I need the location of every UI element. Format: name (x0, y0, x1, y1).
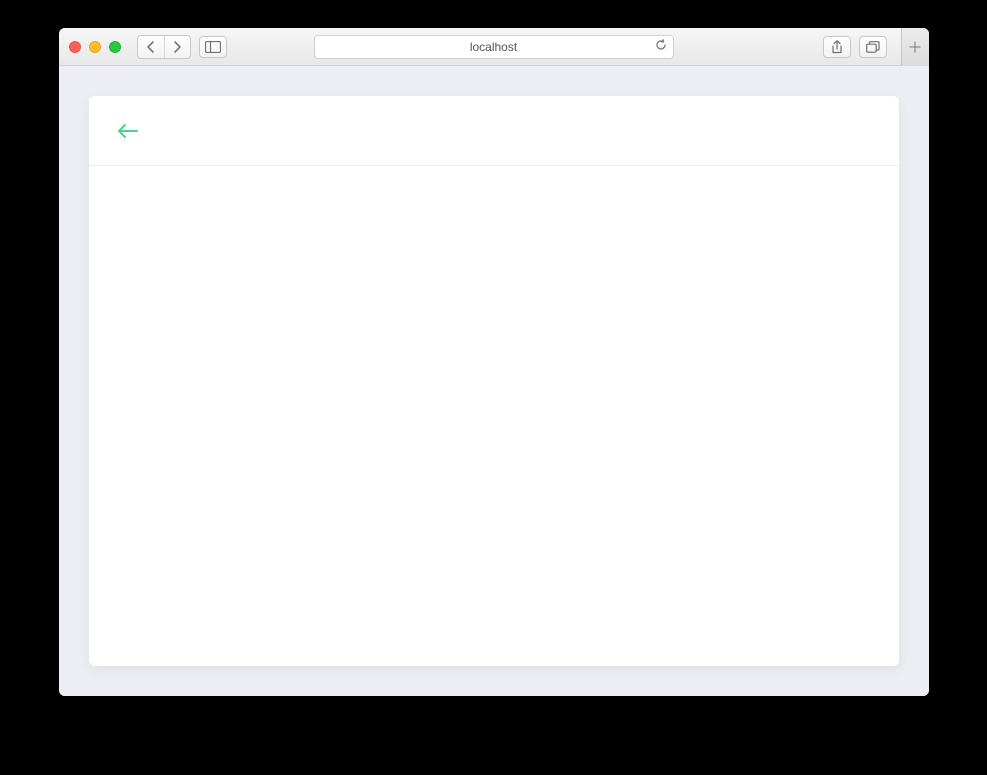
page-viewport (59, 66, 929, 696)
tabs-button[interactable] (859, 36, 887, 58)
traffic-lights (69, 41, 121, 53)
card-header (89, 96, 899, 166)
new-tab-button[interactable] (901, 28, 929, 66)
nav-button-group (137, 35, 191, 59)
title-bar: localhost (59, 28, 929, 66)
nav-forward-button[interactable] (164, 36, 190, 58)
tabs-icon (866, 41, 880, 53)
plus-icon (909, 41, 921, 53)
browser-window: localhost (59, 28, 929, 696)
address-bar[interactable]: localhost (314, 35, 674, 59)
address-text: localhost (315, 40, 673, 54)
share-icon (831, 40, 843, 54)
right-toolbar (823, 36, 919, 58)
content-card (89, 96, 899, 666)
sidebar-icon (205, 41, 221, 53)
chevron-left-icon (147, 41, 155, 53)
share-button[interactable] (823, 36, 851, 58)
back-button[interactable] (117, 123, 139, 139)
reload-button[interactable] (655, 39, 667, 54)
nav-back-button[interactable] (138, 36, 164, 58)
reload-icon (655, 39, 667, 51)
arrow-left-icon (117, 123, 139, 139)
window-maximize-button[interactable] (109, 41, 121, 53)
window-close-button[interactable] (69, 41, 81, 53)
card-body (89, 166, 899, 666)
window-minimize-button[interactable] (89, 41, 101, 53)
chevron-right-icon (173, 41, 181, 53)
show-sidebar-button[interactable] (199, 36, 227, 58)
